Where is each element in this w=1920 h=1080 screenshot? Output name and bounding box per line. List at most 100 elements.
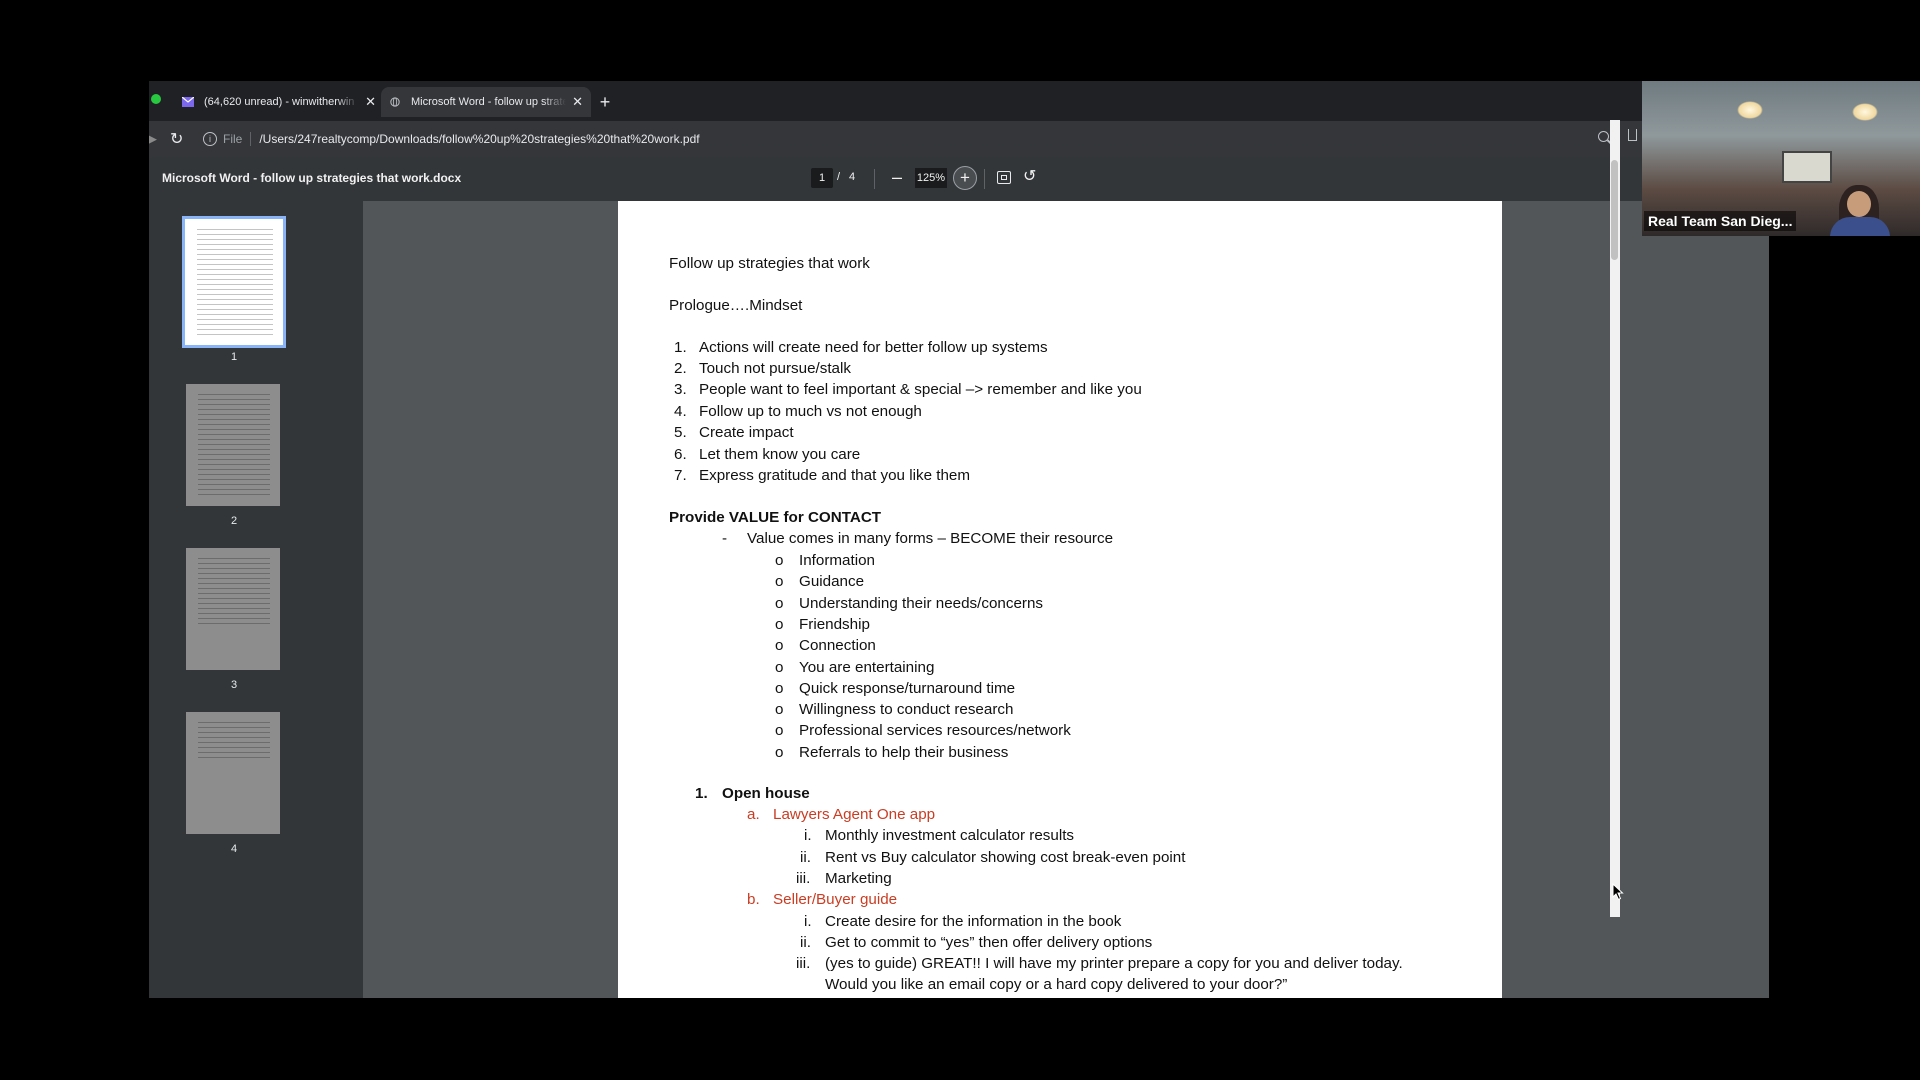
thumbnail-content: [198, 558, 270, 625]
section-number: 1.: [695, 785, 708, 802]
page-thumbnail-4[interactable]: [186, 712, 280, 834]
close-icon[interactable]: ✕: [572, 94, 583, 110]
tab-strip: (64,620 unread) - winwitherwin ✕ Microso…: [149, 81, 1769, 121]
sub-letter: b.: [747, 891, 760, 908]
forward-icon[interactable]: ▶: [149, 131, 157, 147]
list-item: Guidance: [799, 573, 865, 590]
circle-bullet: o: [775, 552, 784, 569]
pdf-viewer[interactable]: Follow up strategies that work Prologue……: [363, 201, 1769, 998]
sub-title: Seller/Buyer guide: [773, 891, 898, 908]
list-number: 7.: [674, 467, 687, 484]
tab-gmail[interactable]: (64,620 unread) - winwitherwin ✕: [174, 87, 384, 117]
page-number-input[interactable]: 1: [811, 168, 833, 188]
share-icon[interactable]: [1628, 129, 1637, 141]
list-number: 4.: [674, 403, 687, 420]
list-number: 5.: [674, 424, 687, 441]
circle-bullet: o: [775, 616, 784, 633]
thumbnail-content: [197, 229, 273, 337]
zoom-in-button[interactable]: +: [953, 166, 977, 190]
circle-bullet: o: [775, 659, 784, 676]
tab-pdf[interactable]: Microsoft Word - follow up strategies ✕: [381, 87, 591, 117]
roman-numeral: ii.: [800, 849, 811, 866]
scrollbar-thumb[interactable]: [1611, 160, 1618, 260]
list-item: Understanding their needs/concerns: [799, 595, 1043, 612]
thumbnail-label: 3: [230, 679, 238, 691]
pdf-toolbar: Microsoft Word - follow up strategies th…: [149, 157, 1769, 201]
circle-bullet: o: [775, 701, 784, 718]
document-title: Microsoft Word - follow up strategies th…: [162, 171, 462, 185]
list-item: Marketing: [825, 870, 892, 887]
list-item: Let them know you care: [699, 446, 861, 463]
thumbnail-label: 4: [230, 843, 238, 855]
list-item: Referrals to help their business: [799, 744, 1009, 761]
close-icon[interactable]: ✕: [365, 94, 376, 110]
list-item: Rent vs Buy calculator showing cost brea…: [825, 849, 1186, 866]
circle-bullet: o: [775, 637, 784, 654]
reload-icon[interactable]: ↻: [170, 129, 183, 149]
list-item: People want to feel important & special …: [699, 381, 1142, 398]
doc-prologue: Prologue….Mindset: [669, 297, 803, 314]
doc-title: Follow up strategies that work: [669, 255, 870, 272]
list-number: 3.: [674, 381, 687, 398]
thumbnail-label: 1: [230, 351, 238, 363]
page-separator: /: [837, 171, 841, 183]
roman-numeral: i.: [804, 827, 812, 844]
circle-bullet: o: [775, 680, 784, 697]
list-item: Information: [799, 552, 875, 569]
circle-bullet: o: [775, 595, 784, 612]
list-item: Willingness to conduct research: [799, 701, 1014, 718]
pdf-page: Follow up strategies that work Prologue……: [618, 201, 1502, 998]
mail-icon: [182, 97, 194, 107]
room-light: [1852, 103, 1878, 121]
section-heading: Provide VALUE for CONTACT: [669, 509, 882, 526]
address-bar[interactable]: i File /Users/247realtycomp/Downloads/fo…: [197, 126, 1347, 152]
circle-bullet: o: [775, 573, 784, 590]
zoom-out-button[interactable]: –: [885, 165, 909, 189]
browser-window: (64,620 unread) - winwitherwin ✕ Microso…: [149, 81, 1769, 998]
list-item: Create impact: [699, 424, 794, 441]
thumbnail-label: 2: [230, 515, 238, 527]
fit-page-icon[interactable]: [997, 171, 1011, 184]
window-maximize-dot[interactable]: [151, 94, 161, 104]
thumbnail-sidebar: 1 2 3 4: [149, 201, 363, 998]
rotate-icon[interactable]: ↺: [1023, 166, 1036, 186]
section-title: Open house: [722, 785, 810, 802]
new-tab-button[interactable]: +: [594, 91, 616, 113]
file-chip: File: [223, 132, 243, 146]
zoom-level-input[interactable]: 125%: [915, 168, 947, 188]
list-item: (yes to guide) GREAT!! I will have my pr…: [825, 955, 1403, 972]
room-light: [1737, 101, 1763, 119]
page-thumbnail-3[interactable]: [186, 548, 280, 670]
roman-numeral: iii.: [796, 870, 811, 887]
mouse-cursor-icon: [1612, 883, 1624, 901]
roman-numeral: ii.: [800, 934, 811, 951]
list-item: Monthly investment calculator results: [825, 827, 1075, 844]
value-intro: Value comes in many forms – BECOME their…: [747, 530, 1114, 547]
tab-label: (64,620 unread) - winwitherwin: [204, 96, 355, 108]
url-text[interactable]: /Users/247realtycomp/Downloads/follow%20…: [259, 132, 699, 146]
list-item: Quick response/turnaround time: [799, 680, 1016, 697]
sub-title: Lawyers Agent One app: [773, 806, 936, 823]
list-number: 2.: [674, 360, 687, 377]
roman-numeral: i.: [804, 913, 812, 930]
tab-label: Microsoft Word - follow up strategies: [411, 96, 567, 108]
page-thumbnail-1[interactable]: [182, 216, 286, 348]
list-item: Touch not pursue/stalk: [699, 360, 851, 377]
video-participant-tile[interactable]: Real Team San Dieg...: [1642, 81, 1920, 236]
list-item: Professional services resources/network: [799, 722, 1071, 739]
list-item: Actions will create need for better foll…: [699, 339, 1048, 356]
list-number: 6.: [674, 446, 687, 463]
page-thumbnail-2[interactable]: [186, 384, 280, 506]
list-number: 1.: [674, 339, 687, 356]
divider: [874, 169, 875, 189]
thumbnail-content: [198, 722, 270, 759]
roman-numeral: iii.: [796, 955, 811, 972]
list-item: Express gratitude and that you like them: [699, 467, 970, 484]
participant-body: [1830, 217, 1890, 236]
list-item: Connection: [799, 637, 876, 654]
room-screen: [1782, 151, 1832, 183]
zoom-icon[interactable]: [1598, 131, 1609, 142]
dash-bullet: -: [722, 530, 728, 547]
info-icon[interactable]: i: [203, 132, 217, 146]
sub-letter: a.: [747, 806, 760, 823]
